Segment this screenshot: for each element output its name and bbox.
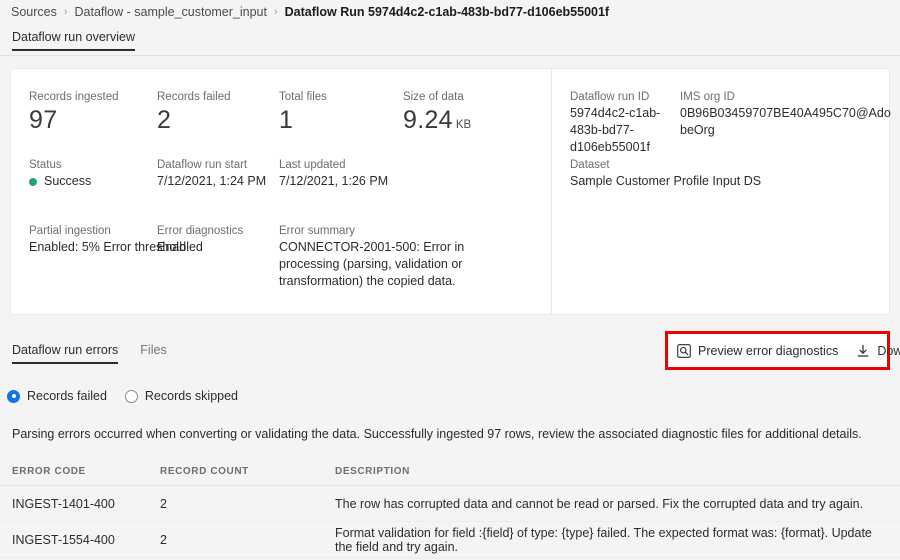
column-header-record-count: RECORD COUNT xyxy=(160,466,249,477)
error-table: ERROR CODE RECORD COUNT DESCRIPTION INGE… xyxy=(0,458,900,558)
field-ims-org-id-label: IMS org ID xyxy=(680,91,735,103)
field-error-summary: Error summary CONNECTOR-2001-500: Error … xyxy=(279,224,519,290)
metric-records-failed-label: Records failed xyxy=(157,91,231,103)
field-dataset: Dataset Sample Customer Profile Input DS xyxy=(570,158,761,190)
table-header-row: ERROR CODE RECORD COUNT DESCRIPTION xyxy=(0,458,900,486)
field-dataset-label: Dataset xyxy=(570,159,610,171)
metric-records-ingested-value: 97 xyxy=(29,106,58,134)
metric-records-failed-value: 2 xyxy=(157,106,172,134)
table-row[interactable]: INGEST-1554-400 2 Format validation for … xyxy=(0,522,900,558)
field-status-value: Success xyxy=(44,174,92,188)
field-last-updated: Last updated 7/12/2021, 1:26 PM xyxy=(279,158,388,190)
cell-description: The row has corrupted data and cannot be… xyxy=(335,496,864,511)
field-error-diagnostics: Error diagnostics Enabled xyxy=(157,224,243,256)
tab-dataflow-run-errors[interactable]: Dataflow run errors xyxy=(12,343,119,364)
record-filter-radio-group: Records failed Records skipped xyxy=(7,389,238,403)
tab-dataflow-run-overview[interactable]: Dataflow run overview xyxy=(12,30,135,51)
top-tab-bar: Dataflow run overview xyxy=(0,30,900,56)
field-run-start: Dataflow run start 7/12/2021, 1:24 PM xyxy=(157,158,266,190)
radio-records-skipped-indicator[interactable] xyxy=(124,389,138,403)
field-ims-org-id: IMS org ID 0B96B03459707BE40A495C70@Adob… xyxy=(680,90,895,139)
metric-records-failed: Records failed 2 xyxy=(157,90,231,135)
breadcrumb-item-dataflow[interactable]: Dataflow - sample_customer_input xyxy=(75,3,267,21)
metric-records-ingested: Records ingested 97 xyxy=(29,90,119,135)
metric-total-files-label: Total files xyxy=(279,91,327,103)
metric-total-files-value: 1 xyxy=(279,106,294,134)
field-dataset-value: Sample Customer Profile Input DS xyxy=(570,174,762,188)
preview-error-diagnostics-label: Preview error diagnostics xyxy=(698,343,839,358)
field-dataflow-run-id-label: Dataflow run ID xyxy=(570,91,650,103)
metric-size-of-data-value: 9.24 xyxy=(403,106,453,134)
column-header-error-code: ERROR CODE xyxy=(12,466,86,477)
radio-records-skipped[interactable]: Records skipped xyxy=(124,389,239,403)
error-description-text: Parsing errors occurred when converting … xyxy=(12,427,862,441)
column-header-description: DESCRIPTION xyxy=(335,466,410,477)
metric-size-of-data: Size of data 9.24 KB xyxy=(403,90,471,135)
run-summary-left-panel: Records ingested 97 Records failed 2 Tot… xyxy=(11,69,551,314)
breadcrumb-item-current: Dataflow Run 5974d4c2-c1ab-483b-bd77-d10… xyxy=(284,5,610,19)
field-last-updated-label: Last updated xyxy=(279,159,346,171)
metric-size-of-data-label: Size of data xyxy=(403,91,464,103)
download-button[interactable]: Download xyxy=(856,344,900,358)
field-status: Status Success xyxy=(29,158,91,190)
download-label: Download xyxy=(877,343,900,358)
field-error-diagnostics-value: Enabled xyxy=(157,240,203,254)
radio-records-failed[interactable]: Records failed xyxy=(7,389,107,403)
run-summary-right-panel: Dataflow run ID 5974d4c2-c1ab-483b-bd77-… xyxy=(552,69,891,314)
field-dataflow-run-id: Dataflow run ID 5974d4c2-c1ab-483b-bd77-… xyxy=(570,90,690,156)
tab-files[interactable]: Files xyxy=(140,343,166,364)
metric-size-of-data-value-group: 9.24 KB xyxy=(403,105,471,135)
field-run-start-value: 7/12/2021, 1:24 PM xyxy=(157,174,267,188)
metric-size-of-data-unit: KB xyxy=(455,119,472,131)
metric-total-files: Total files 1 xyxy=(279,90,327,135)
breadcrumb: Sources › Dataflow - sample_customer_inp… xyxy=(11,3,609,21)
field-dataflow-run-id-value: 5974d4c2-c1ab-483b-bd77-d106eb55001f xyxy=(570,106,661,154)
cell-error-code: INGEST-1401-400 xyxy=(12,496,115,511)
status-dot-icon xyxy=(29,177,37,186)
field-error-summary-value: CONNECTOR-2001-500: Error in processing … xyxy=(279,240,465,288)
field-error-summary-label: Error summary xyxy=(279,225,356,237)
cell-error-code: INGEST-1554-400 xyxy=(12,532,115,547)
status-badge: Success xyxy=(29,173,91,190)
run-summary-card: Records ingested 97 Records failed 2 Tot… xyxy=(10,68,891,315)
table-row[interactable]: INGEST-1401-400 2 The row has corrupted … xyxy=(0,486,900,522)
preview-magnifier-icon xyxy=(677,343,691,358)
field-status-label: Status xyxy=(29,159,62,171)
field-ims-org-id-value: 0B96B03459707BE40A495C70@AdobeOrg xyxy=(680,106,891,137)
field-last-updated-value: 7/12/2021, 1:26 PM xyxy=(279,174,389,188)
cell-record-count: 2 xyxy=(160,532,167,547)
radio-records-skipped-label: Records skipped xyxy=(144,389,239,403)
cell-description: Format validation for field :{field} of … xyxy=(335,525,872,554)
breadcrumb-separator-icon: › xyxy=(63,6,68,18)
download-icon xyxy=(857,344,869,357)
section-tab-bar: Dataflow run errors Files xyxy=(12,343,167,364)
radio-records-failed-indicator[interactable] xyxy=(7,389,20,403)
field-error-diagnostics-label: Error diagnostics xyxy=(157,225,244,237)
actions-highlight-box: Preview error diagnostics Download xyxy=(665,331,900,370)
breadcrumb-item-sources[interactable]: Sources xyxy=(11,3,57,21)
dataflow-run-page: Sources › Dataflow - sample_customer_inp… xyxy=(0,0,900,560)
radio-records-failed-label: Records failed xyxy=(27,389,107,403)
cell-record-count: 2 xyxy=(160,496,167,511)
metric-records-ingested-label: Records ingested xyxy=(29,91,119,103)
breadcrumb-separator-icon: › xyxy=(273,6,278,18)
preview-error-diagnostics-button[interactable]: Preview error diagnostics xyxy=(677,344,838,358)
field-run-start-label: Dataflow run start xyxy=(157,159,248,171)
